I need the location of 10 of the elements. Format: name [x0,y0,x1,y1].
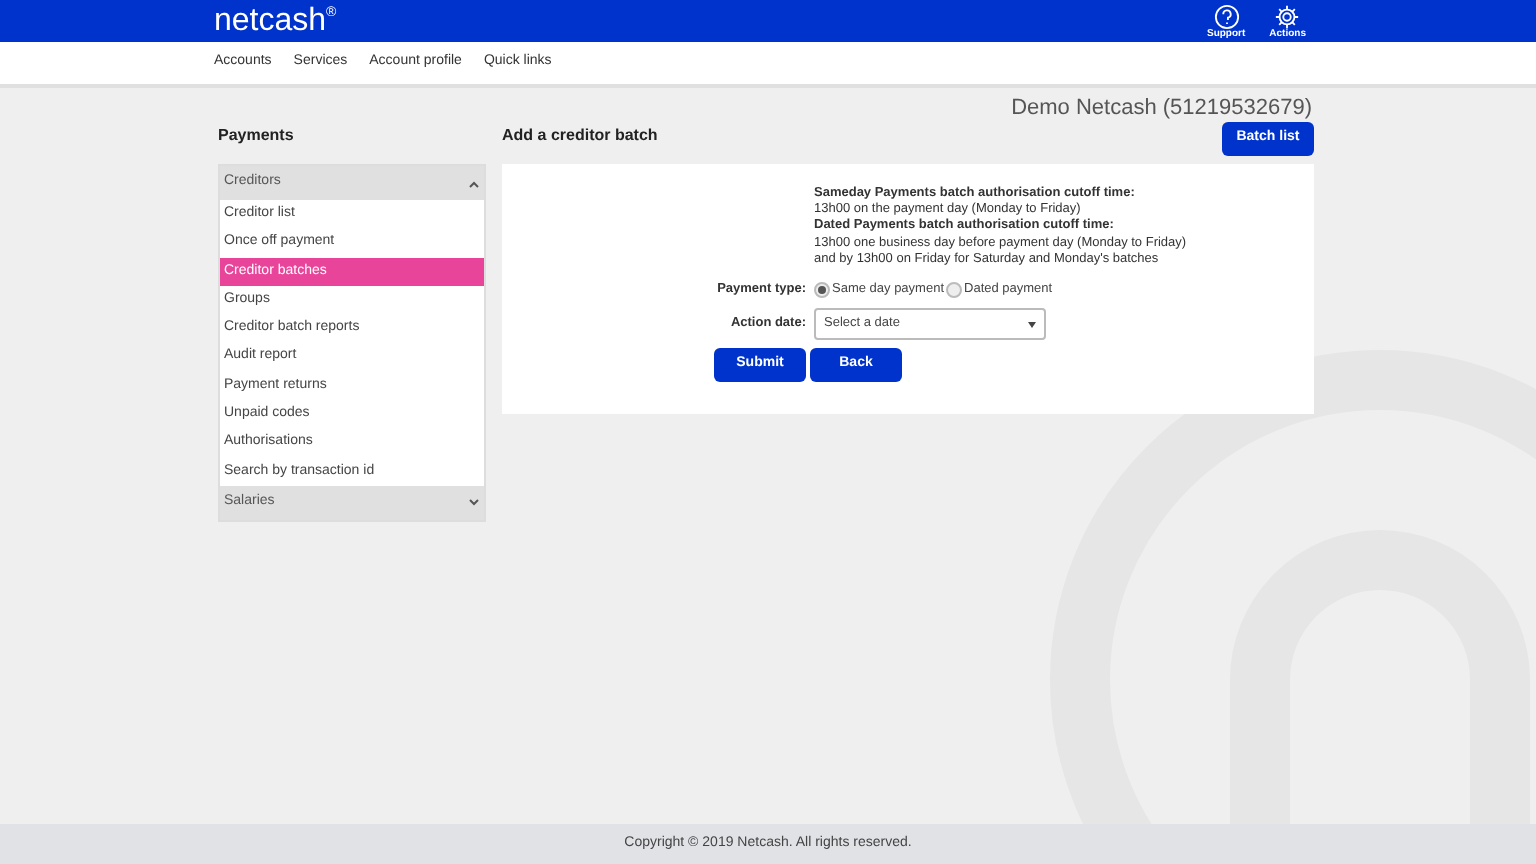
sidebar-title: Payments [218,124,296,148]
dropdown-arrow-icon [1028,321,1036,328]
radio-button[interactable] [814,282,830,299]
chevron-down-icon [468,498,480,507]
gear-icon[interactable] [1274,3,1301,29]
chevron-up-icon [468,179,480,187]
account-name: Demo Netcash (51219532679) [1011,94,1312,124]
help-icon[interactable] [1213,3,1240,29]
radio-button[interactable] [946,282,963,299]
page-title: Add a creditor batch [502,124,658,148]
